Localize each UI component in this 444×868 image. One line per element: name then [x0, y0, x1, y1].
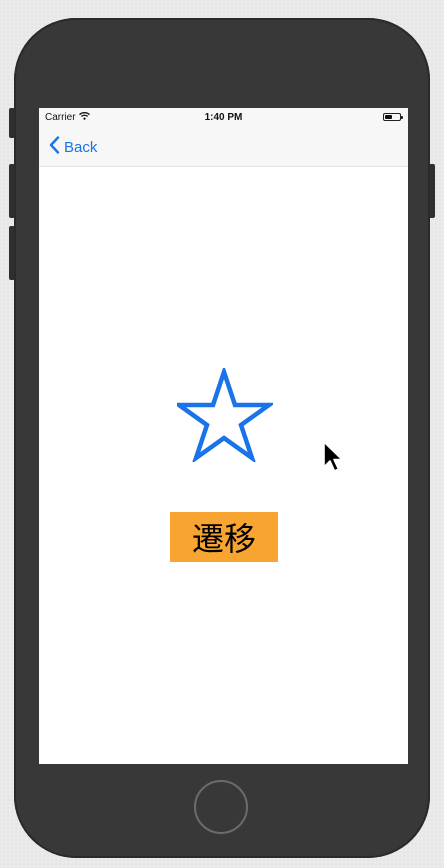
battery-fill — [385, 115, 392, 119]
battery-icon — [383, 113, 403, 121]
stage: Carrier 1:40 PM Back 遷移 — [0, 0, 444, 868]
back-label: Back — [64, 138, 98, 156]
navigation-bar: Back — [39, 128, 408, 167]
status-bar: Carrier 1:40 PM — [39, 108, 408, 128]
back-button[interactable]: Back — [49, 136, 97, 158]
transit-button[interactable]: 遷移 — [170, 512, 278, 562]
screen: Carrier 1:40 PM Back 遷移 — [39, 108, 408, 764]
star-outline-icon — [171, 364, 277, 464]
chevron-left-icon — [49, 136, 60, 158]
phone-frame: Carrier 1:40 PM Back 遷移 — [14, 18, 430, 858]
mouse-cursor-icon — [322, 440, 346, 476]
status-time: 1:40 PM — [204, 112, 243, 123]
transit-button-label: 遷移 — [191, 520, 256, 558]
home-button[interactable] — [194, 780, 248, 834]
